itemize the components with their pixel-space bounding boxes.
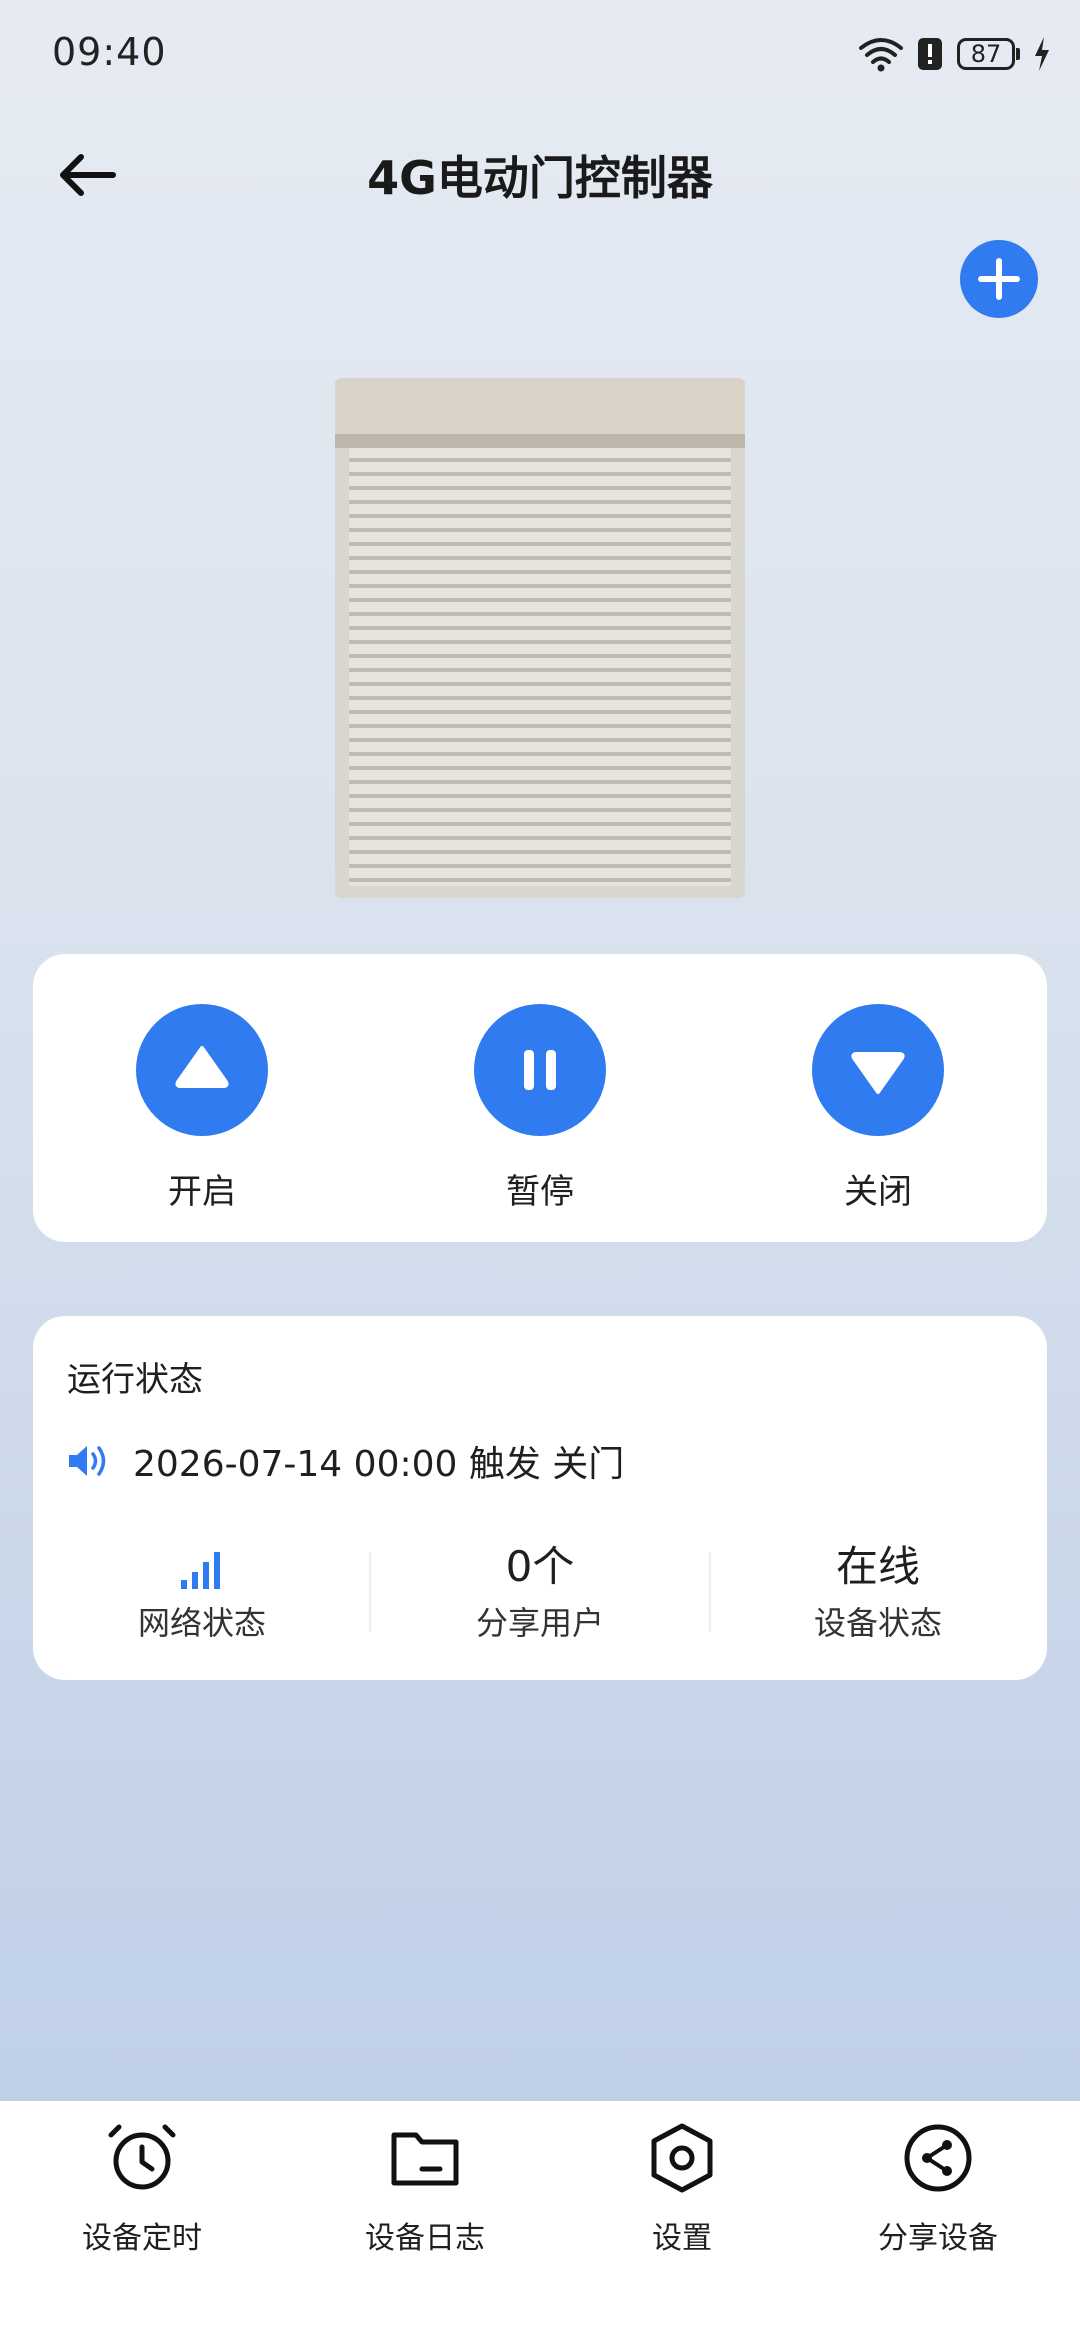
signal-bars-icon <box>181 1551 220 1589</box>
rolling-door-image <box>335 378 745 898</box>
nav-item-timer[interactable]: 设备定时 <box>22 2121 262 2257</box>
nav-label-settings: 设置 <box>652 2221 712 2256</box>
device-status: 在线 设备状态 <box>709 1538 1047 1644</box>
open-button[interactable] <box>136 1004 268 1136</box>
pause-button[interactable] <box>474 1004 606 1136</box>
status-icons: 87 <box>859 32 1050 76</box>
wifi-icon <box>859 38 903 72</box>
device-status-label: 设备状态 <box>813 1604 942 1642</box>
nav-item-settings[interactable]: 设置 <box>562 2121 802 2257</box>
add-button[interactable] <box>960 240 1038 318</box>
device-status-value: 在线 <box>835 1542 920 1591</box>
close-button[interactable] <box>812 1004 944 1136</box>
nav-label-log: 设备日志 <box>365 2221 485 2256</box>
alert-icon <box>918 38 942 70</box>
charging-icon <box>1035 37 1049 71</box>
pause-label: 暂停 <box>506 1172 574 1212</box>
battery-indicator: 87 <box>957 38 1020 70</box>
alarm-clock-icon <box>108 2124 176 2190</box>
plus-icon <box>978 258 1020 300</box>
triangle-up-icon <box>175 1046 229 1088</box>
close-label: 关闭 <box>844 1172 912 1212</box>
event-row: 2026-07-14 00:00 触发 关门 <box>67 1436 624 1486</box>
folder-icon <box>391 2132 459 2186</box>
open-label: 开启 <box>168 1172 236 1212</box>
nav-label-timer: 设备定时 <box>82 2221 202 2256</box>
nav-label-share: 分享设备 <box>878 2221 998 2256</box>
share-count: 0个 <box>505 1542 575 1591</box>
nav-item-share[interactable]: 分享设备 <box>818 2121 1058 2257</box>
bottom-nav: 设备定时 设备日志 设置 分享设备 <box>0 2101 1080 2340</box>
share-label: 分享用户 <box>475 1604 604 1642</box>
speaker-icon <box>69 1446 106 1476</box>
nav-item-log[interactable]: 设备日志 <box>305 2121 545 2257</box>
network-status: 网络状态 <box>33 1538 371 1644</box>
signal-strength <box>33 1538 371 1596</box>
header: 4G电动门控制器 <box>0 130 1080 220</box>
status-time: 09:40 <box>52 30 167 74</box>
hexagon-settings-icon <box>651 2123 713 2193</box>
status-panel: 运行状态 2026-07-14 00:00 触发 关门 网络状态 0个 分享用户… <box>33 1316 1047 1680</box>
pause-control: 暂停 <box>440 1004 640 1213</box>
battery-level: 87 <box>957 38 1015 70</box>
close-control: 关闭 <box>778 1004 978 1213</box>
page-title: 4G电动门控制器 <box>367 151 713 205</box>
event-text: 2026-07-14 00:00 触发 关门 <box>133 1444 625 1485</box>
control-panel: 开启 暂停 关闭 <box>33 954 1047 1242</box>
status-bar: 09:40 87 <box>0 0 1080 110</box>
share-icon <box>904 2124 972 2192</box>
share-users: 0个 分享用户 <box>371 1538 709 1644</box>
status-title: 运行状态 <box>67 1360 203 1400</box>
network-label: 网络状态 <box>137 1604 266 1642</box>
pause-icon <box>524 1050 556 1090</box>
open-control: 开启 <box>102 1004 302 1213</box>
triangle-down-icon <box>851 1052 905 1094</box>
